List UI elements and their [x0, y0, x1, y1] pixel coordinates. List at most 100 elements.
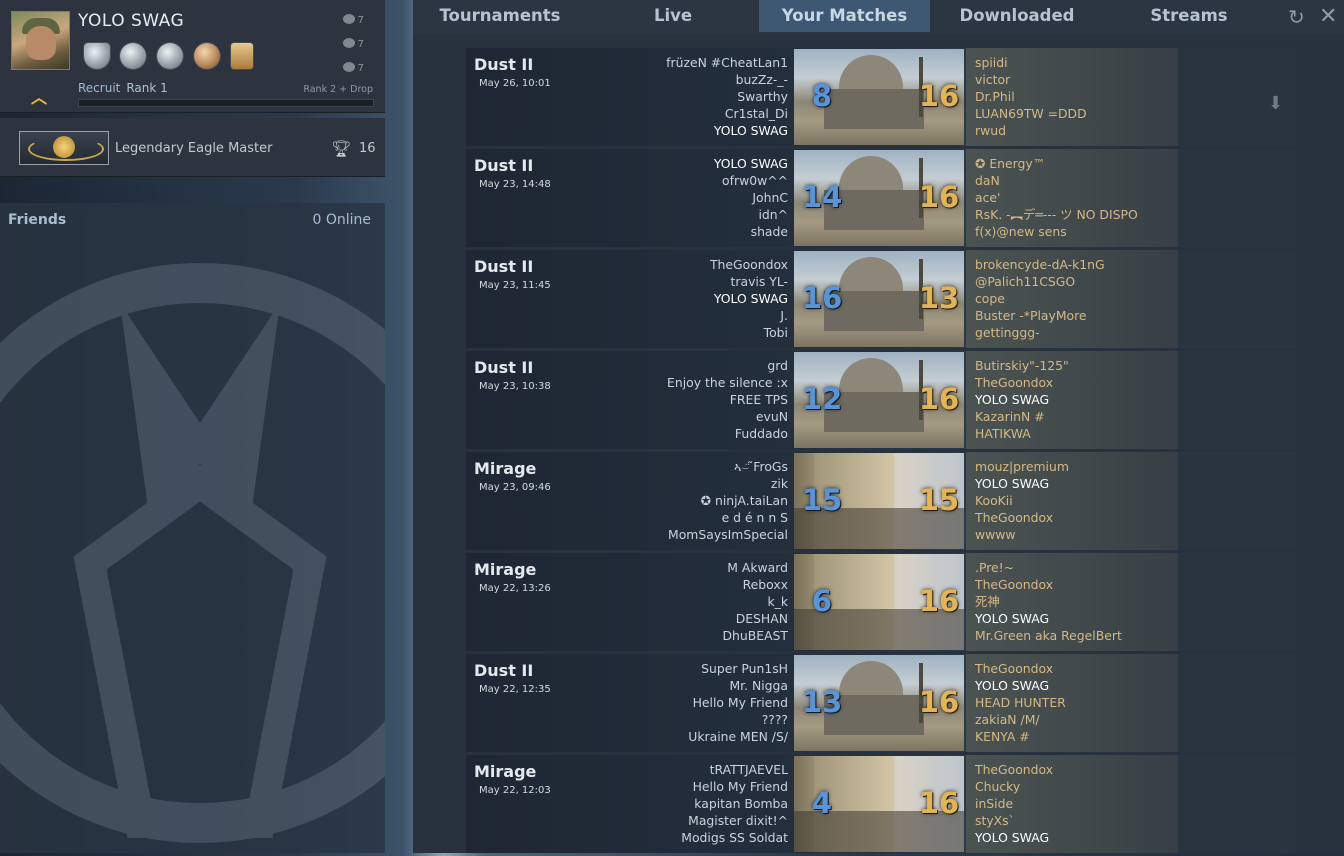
match-row[interactable]: Dust II May 22, 12:35 Super Pun1sH Mr. Nigg…: [466, 654, 1295, 752]
team2-player[interactable]: KENYA #: [975, 728, 1066, 745]
refresh-icon[interactable]: ↻: [1288, 5, 1310, 29]
team1-player[interactable]: TheGoondox: [710, 256, 788, 273]
team1-player[interactable]: YOLO SWAG: [710, 290, 788, 307]
match-row[interactable]: Mirage May 22, 12:03 tRATTJAEVEL Hello My F…: [466, 755, 1295, 853]
team1-player[interactable]: Magister dixit!^: [681, 812, 788, 829]
friends-title[interactable]: Friends: [8, 212, 66, 228]
tab-live[interactable]: Live: [587, 0, 759, 32]
team1-player[interactable]: DESHAN: [723, 610, 788, 627]
team2-player[interactable]: cope: [975, 290, 1105, 307]
team1-player[interactable]: YOLO SWAG: [714, 155, 788, 172]
team1-player[interactable]: DhuBEAST: [723, 627, 789, 644]
team2-player[interactable]: @Palich11CSGO: [975, 273, 1105, 290]
team1-player[interactable]: buzZz-_-: [666, 71, 788, 88]
team2-player[interactable]: victor: [975, 71, 1087, 88]
team2-player[interactable]: YOLO SWAG: [975, 829, 1053, 846]
team1-player[interactable]: ofrw0w^^: [714, 172, 788, 189]
team2-player[interactable]: Buster -*PlayMore: [975, 307, 1105, 324]
team2-player[interactable]: ✪ Energy™: [975, 155, 1138, 172]
team1-player[interactable]: ????: [688, 711, 788, 728]
team2-player[interactable]: YOLO SWAG: [975, 475, 1069, 492]
team1-player[interactable]: tRATTJAEVEL: [681, 761, 788, 778]
team2-player[interactable]: ace': [975, 189, 1138, 206]
team2-player[interactable]: daN: [975, 172, 1138, 189]
download-icon[interactable]: ⬇: [1268, 93, 1283, 114]
team1-player[interactable]: shade: [714, 223, 788, 240]
team2-player[interactable]: TheGoondox: [975, 660, 1066, 677]
team2-player[interactable]: HATIKWA: [975, 425, 1069, 442]
team2-player[interactable]: inSide: [975, 795, 1053, 812]
team1-player[interactable]: idn^: [714, 206, 788, 223]
match-row[interactable]: Dust II May 23, 10:38 grd Enjoy the silence…: [466, 351, 1295, 449]
team2-player[interactable]: KazarinN #: [975, 408, 1069, 425]
team1-player[interactable]: früzeN #CheatLan1: [666, 54, 788, 71]
team2-player[interactable]: TheGoondox: [975, 576, 1122, 593]
team1-player[interactable]: Hello My Friend: [688, 694, 788, 711]
tab-your-matches[interactable]: Your Matches: [759, 0, 930, 32]
team1-player[interactable]: Ukraine MEN /S/: [688, 728, 788, 745]
team1-player[interactable]: Fuddado: [667, 425, 788, 442]
team2-player[interactable]: Chucky: [975, 778, 1053, 795]
team2-player[interactable]: Mr.Green aka RegelBert: [975, 627, 1122, 644]
team2-player[interactable]: Dr.Phil: [975, 88, 1087, 105]
team2-player[interactable]: TheGoondox: [975, 509, 1069, 526]
team1-player[interactable]: travis YL-: [710, 273, 788, 290]
team1-player[interactable]: zik: [668, 475, 788, 492]
team2-player[interactable]: wwww: [975, 526, 1069, 543]
team1-player[interactable]: ኣ⌣̈ ̃FroGs: [668, 458, 788, 475]
profile-username[interactable]: YOLO SWAG: [78, 11, 184, 31]
team1-player[interactable]: Super Pun1sH: [688, 660, 788, 677]
team2-player[interactable]: HEAD HUNTER: [975, 694, 1066, 711]
team2-player[interactable]: LUAN69TW =DDD: [975, 105, 1087, 122]
team1-player[interactable]: Reboxx: [723, 576, 788, 593]
match-row[interactable]: Mirage May 23, 09:46 ኣ⌣̈ ̃FroGs zik ✪ ninjA.…: [466, 452, 1295, 550]
team1-player[interactable]: M Akward: [723, 559, 788, 576]
team1-player[interactable]: Mr. Nigga: [688, 677, 788, 694]
team2-player[interactable]: gettinggg-: [975, 324, 1105, 341]
team1-player[interactable]: Cr1stal_Di: [666, 105, 788, 122]
match-row[interactable]: Dust II May 26, 10:01 früzeN #CheatLan1 buz…: [466, 48, 1295, 146]
veteran-coin-icon[interactable]: [120, 43, 146, 69]
match-row[interactable]: Dust II May 23, 11:45 TheGoondox travis YL-…: [466, 250, 1295, 348]
team2-player[interactable]: YOLO SWAG: [975, 391, 1069, 408]
team1-player[interactable]: J.: [710, 307, 788, 324]
team2-player[interactable]: KooKii: [975, 492, 1069, 509]
bronze-coin-icon[interactable]: [194, 43, 220, 69]
team2-player[interactable]: spiidi: [975, 54, 1087, 71]
team1-player[interactable]: ✪ ninjA.taiLan: [668, 492, 788, 509]
team2-player[interactable]: rwud: [975, 122, 1087, 139]
service-medal-icon[interactable]: [84, 43, 110, 69]
skill-group-badge-icon[interactable]: [19, 131, 109, 165]
team2-player[interactable]: .Pre!~: [975, 559, 1122, 576]
tab-streams[interactable]: Streams: [1104, 0, 1274, 32]
team2-player[interactable]: YOLO SWAG: [975, 677, 1066, 694]
map-coin-icon[interactable]: [231, 43, 253, 69]
team2-player[interactable]: YOLO SWAG: [975, 610, 1122, 627]
operation-coin-icon[interactable]: [157, 43, 183, 69]
tab-downloaded[interactable]: Downloaded: [930, 0, 1104, 32]
team1-player[interactable]: Modigs SS Soldat: [681, 829, 788, 846]
team2-player[interactable]: mouz|premium: [975, 458, 1069, 475]
team2-player[interactable]: RsK. -︻デ═--- ツ NO DISPO: [975, 206, 1138, 223]
team2-player[interactable]: f(x)@new sens: [975, 223, 1138, 240]
team1-player[interactable]: Enjoy the silence :x: [667, 374, 788, 391]
team1-player[interactable]: JohnC: [714, 189, 788, 206]
team1-player[interactable]: grd: [667, 357, 788, 374]
team1-player[interactable]: Tobi: [710, 324, 788, 341]
team2-player[interactable]: TheGoondox: [975, 761, 1053, 778]
team2-player[interactable]: zakiaN /M/: [975, 711, 1066, 728]
team2-player[interactable]: 死神: [975, 593, 1122, 610]
team1-player[interactable]: YOLO SWAG: [666, 122, 788, 139]
match-row[interactable]: Mirage May 22, 13:26 M Akward Reboxx k_k DESH…: [466, 553, 1295, 651]
team1-player[interactable]: k_k: [723, 593, 788, 610]
close-icon[interactable]: ✕: [1319, 4, 1341, 29]
team1-player[interactable]: Hello My Friend: [681, 778, 788, 795]
match-row[interactable]: Dust II May 23, 14:48 YOLO SWAG ofrw0w^^ Joh…: [466, 149, 1295, 247]
tab-tournaments[interactable]: Tournaments: [413, 0, 587, 32]
team2-player[interactable]: styXs`: [975, 812, 1053, 829]
team2-player[interactable]: brokencyde-dA-k1nG: [975, 256, 1105, 273]
team1-player[interactable]: kapitan Bomba: [681, 795, 788, 812]
team2-player[interactable]: Butirskiy"-125": [975, 357, 1069, 374]
team1-player[interactable]: evuN: [667, 408, 788, 425]
team1-player[interactable]: FREE TPS: [667, 391, 788, 408]
